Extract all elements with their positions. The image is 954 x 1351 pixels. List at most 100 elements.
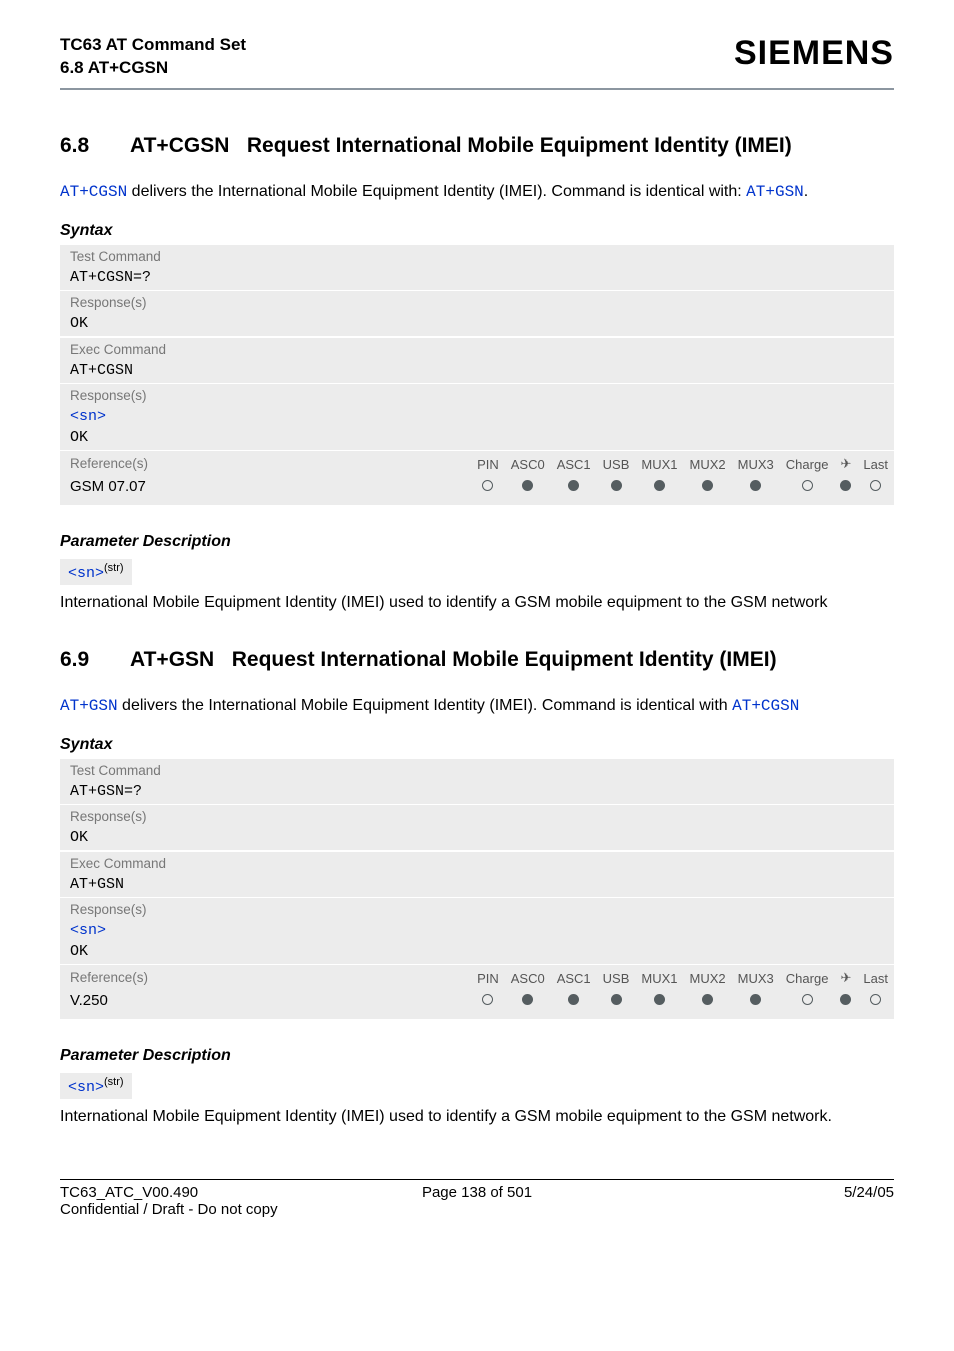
flag-hdr: USB xyxy=(597,965,636,989)
dot-filled-icon xyxy=(522,480,533,491)
param-name: <sn> xyxy=(68,565,104,582)
syntax-block: Test Command AT+CGSN=? Response(s) OK Ex… xyxy=(60,244,894,505)
dot-filled-icon xyxy=(750,480,761,491)
page-header: TC63 AT Command Set 6.8 AT+CGSN SIEMENS xyxy=(60,34,894,90)
dot-filled-icon xyxy=(611,994,622,1005)
flag-cell xyxy=(780,989,835,1018)
cmd-link[interactable]: AT+CGSN xyxy=(732,697,799,715)
cmd-link[interactable]: AT+CGSN xyxy=(60,183,127,201)
param-type: (str) xyxy=(104,562,124,574)
param-description: International Mobile Equipment Identity … xyxy=(60,591,894,614)
dot-filled-icon xyxy=(568,994,579,1005)
flag-hdr: ASC0 xyxy=(505,965,551,989)
flag-cell xyxy=(551,475,597,504)
section-intro: AT+CGSN delivers the International Mobil… xyxy=(60,180,894,204)
exec-response-sn: <sn> xyxy=(60,406,894,429)
footer-center: Page 138 of 501 xyxy=(338,1184,616,1201)
flag-cell xyxy=(471,989,505,1018)
reference-label: Reference(s) xyxy=(60,965,471,988)
param-name: <sn> xyxy=(68,1079,104,1096)
sn-param-link[interactable]: <sn> xyxy=(70,922,106,939)
dot-open-icon xyxy=(870,994,881,1005)
flag-cell xyxy=(780,475,835,504)
flag-hdr: PIN xyxy=(471,965,505,989)
flag-hdr: Last xyxy=(857,965,894,989)
flag-hdr: PIN xyxy=(471,451,505,475)
flag-cell xyxy=(597,989,636,1018)
dot-filled-icon xyxy=(611,480,622,491)
param-tag: <sn>(str) xyxy=(60,559,132,585)
param-desc-heading: Parameter Description xyxy=(60,1047,894,1065)
syntax-heading: Syntax xyxy=(60,736,894,754)
footer-left: TC63_ATC_V00.490 xyxy=(60,1184,338,1201)
test-command-label: Test Command xyxy=(60,758,894,781)
section-heading: 6.9 AT+GSN Request International Mobile … xyxy=(60,648,894,672)
flag-cell xyxy=(635,475,683,504)
dot-filled-icon xyxy=(522,994,533,1005)
airplane-icon: ✈ xyxy=(834,965,857,989)
dot-open-icon xyxy=(482,480,493,491)
section-title: AT+CGSN Request International Mobile Equ… xyxy=(130,134,894,158)
reference-row: Reference(s) GSM 07.07 PIN ASC0 ASC1 USB… xyxy=(60,450,894,505)
flag-hdr: MUX2 xyxy=(684,451,732,475)
reference-label: Reference(s) xyxy=(60,451,471,474)
test-command: AT+GSN=? xyxy=(60,781,894,804)
flag-cell xyxy=(505,475,551,504)
dot-filled-icon xyxy=(840,994,851,1005)
flag-hdr: ASC1 xyxy=(551,451,597,475)
flag-hdr: Last xyxy=(857,451,894,475)
reference-row: Reference(s) V.250 PIN ASC0 ASC1 USB MUX… xyxy=(60,964,894,1019)
flag-cell xyxy=(834,989,857,1018)
test-command-label: Test Command xyxy=(60,244,894,267)
section-title-rest: Request International Mobile Equipment I… xyxy=(232,648,777,671)
flag-hdr: Charge xyxy=(780,965,835,989)
dot-filled-icon xyxy=(750,994,761,1005)
footer-confidential: Confidential / Draft - Do not copy xyxy=(60,1201,894,1218)
exec-response-ok: OK xyxy=(60,429,894,450)
airplane-icon: ✈ xyxy=(834,451,857,475)
cmd-link[interactable]: AT+GSN xyxy=(60,697,118,715)
flag-cell xyxy=(732,989,780,1018)
syntax-heading: Syntax xyxy=(60,222,894,240)
exec-command-label: Exec Command xyxy=(60,337,894,360)
flag-cell xyxy=(684,475,732,504)
intro-text: delivers the International Mobile Equipm… xyxy=(118,697,733,714)
flag-hdr: MUX3 xyxy=(732,965,780,989)
flag-cell xyxy=(857,989,894,1018)
sn-param-link[interactable]: <sn> xyxy=(70,408,106,425)
exec-response-ok: OK xyxy=(60,943,894,964)
exec-command-label: Exec Command xyxy=(60,851,894,874)
reference-value: V.250 xyxy=(60,988,471,1019)
reference-value: GSM 07.07 xyxy=(60,474,471,505)
flags-table: PIN ASC0 ASC1 USB MUX1 MUX2 MUX3 Charge … xyxy=(471,965,894,1018)
param-type: (str) xyxy=(104,1076,124,1088)
flag-cell xyxy=(635,989,683,1018)
flag-hdr: MUX1 xyxy=(635,965,683,989)
intro-post: . xyxy=(804,183,808,200)
flag-hdr: MUX1 xyxy=(635,451,683,475)
flag-hdr: MUX3 xyxy=(732,451,780,475)
syntax-block: Test Command AT+GSN=? Response(s) OK Exe… xyxy=(60,758,894,1019)
section-title: AT+GSN Request International Mobile Equi… xyxy=(130,648,894,672)
dot-filled-icon xyxy=(840,480,851,491)
dot-open-icon xyxy=(802,994,813,1005)
flag-cell xyxy=(684,989,732,1018)
flag-cell xyxy=(471,475,505,504)
flag-hdr: ASC1 xyxy=(551,965,597,989)
section-cmd: AT+CGSN xyxy=(130,134,229,157)
response-label: Response(s) xyxy=(60,804,894,827)
flags-table: PIN ASC0 ASC1 USB MUX1 MUX2 MUX3 Charge … xyxy=(471,451,894,504)
section-number: 6.9 xyxy=(60,648,130,672)
section-intro: AT+GSN delivers the International Mobile… xyxy=(60,694,894,718)
flag-hdr: USB xyxy=(597,451,636,475)
section-cmd: AT+GSN xyxy=(130,648,214,671)
cmd-link[interactable]: AT+GSN xyxy=(746,183,804,201)
dot-filled-icon xyxy=(654,994,665,1005)
header-left: TC63 AT Command Set 6.8 AT+CGSN xyxy=(60,34,246,80)
flag-hdr: Charge xyxy=(780,451,835,475)
response-label: Response(s) xyxy=(60,290,894,313)
page-footer: TC63_ATC_V00.490 Page 138 of 501 5/24/05… xyxy=(60,1179,894,1218)
response-label: Response(s) xyxy=(60,383,894,406)
flag-cell xyxy=(732,475,780,504)
footer-right: 5/24/05 xyxy=(616,1184,894,1201)
